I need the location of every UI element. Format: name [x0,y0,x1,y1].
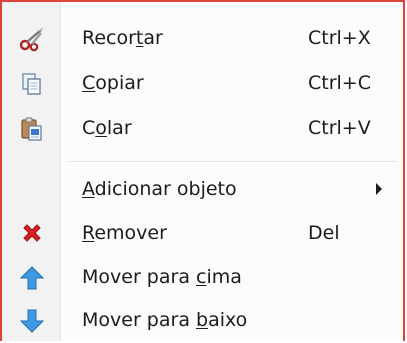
menu-item-move-down[interactable]: Mover para baixo [2,297,403,343]
menu-item-label: Adicionar objeto [82,178,237,200]
submenu-arrow-icon [376,183,382,195]
menu-item-label: Recortar [82,27,163,49]
context-menu: Recortar Ctrl+X Copiar Ctrl+C Colar Ctrl… [0,0,405,341]
arrow-up-icon [19,265,45,291]
delete-icon [19,221,45,247]
menu-item-label: Copiar [82,72,144,94]
shortcut-text: Ctrl+X [308,27,371,49]
copy-icon [19,71,45,97]
menu-item-add-object[interactable]: Adicionar objeto [2,166,403,212]
shortcut-text: Ctrl+C [308,72,371,94]
menu-item-move-up[interactable]: Mover para cima [2,254,403,300]
menu-item-label: Mover para baixo [82,309,248,331]
shortcut-text: Ctrl+V [308,117,371,139]
paste-icon [19,116,45,142]
menu-item-copy[interactable]: Copiar Ctrl+C [2,60,403,106]
menu-item-cut[interactable]: Recortar Ctrl+X [2,15,403,61]
scissors-icon [19,26,45,52]
menu-item-label: Mover para cima [82,266,242,288]
menu-item-label: Colar [82,117,132,139]
menu-item-label: Remover [82,222,167,244]
shortcut-text: Del [308,222,340,244]
menu-item-paste[interactable]: Colar Ctrl+V [2,105,403,151]
menu-item-remove[interactable]: Remover Del [2,210,403,256]
arrow-down-icon [19,308,45,334]
